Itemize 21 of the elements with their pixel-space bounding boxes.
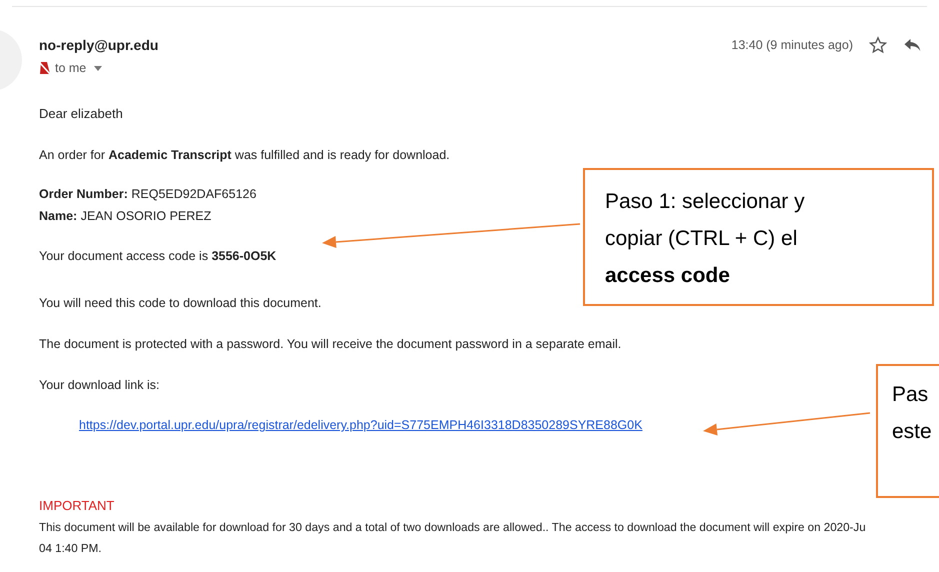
detail-text: Order Number: REQ5ED92DAF65126 [39,187,256,201]
reply-icon[interactable] [903,37,921,53]
caret-icon[interactable] [94,66,102,70]
important-heading: IMPORTANT [39,498,114,513]
greeting-text: Dear elizabeth [39,106,123,121]
access-code-text: Your document access code is 3556-0O5K [39,249,276,263]
body-text: Your download link is: [39,378,160,392]
callout-box: Pas este [876,364,939,498]
star-icon[interactable] [869,36,887,54]
body-text: You will need this code to download this document. [39,296,322,310]
timestamp: 13:40 (9 minutes ago) [731,38,853,52]
warning-icon [39,61,51,75]
body-text: The document is protected with a password. You will receive the document password in a separate email. [39,337,622,351]
download-link[interactable]: https://dev.portal.upr.edu/upra/registrar/edelivery.php?uid=S775EMPH46I3318D8350289SYRE88G0K [79,418,642,432]
callout-box: Paso 1: seleccionar y copiar (CTRL + C) el access code [583,168,934,306]
order-text: An order for Academic Transcript was fulfilled and is ready for download. [39,148,450,162]
notice-text: This document will be available for download for 30 days and a total of two downloads are allowed.. The access to download the document will expire on 2020-Ju [39,521,866,534]
sender-address: no-reply@upr.edu [39,37,158,53]
detail-text: Name: JEAN OSORIO PEREZ [39,209,212,223]
recipient-label: to me [55,61,86,75]
notice-text: 04 1:40 PM. [39,542,102,555]
